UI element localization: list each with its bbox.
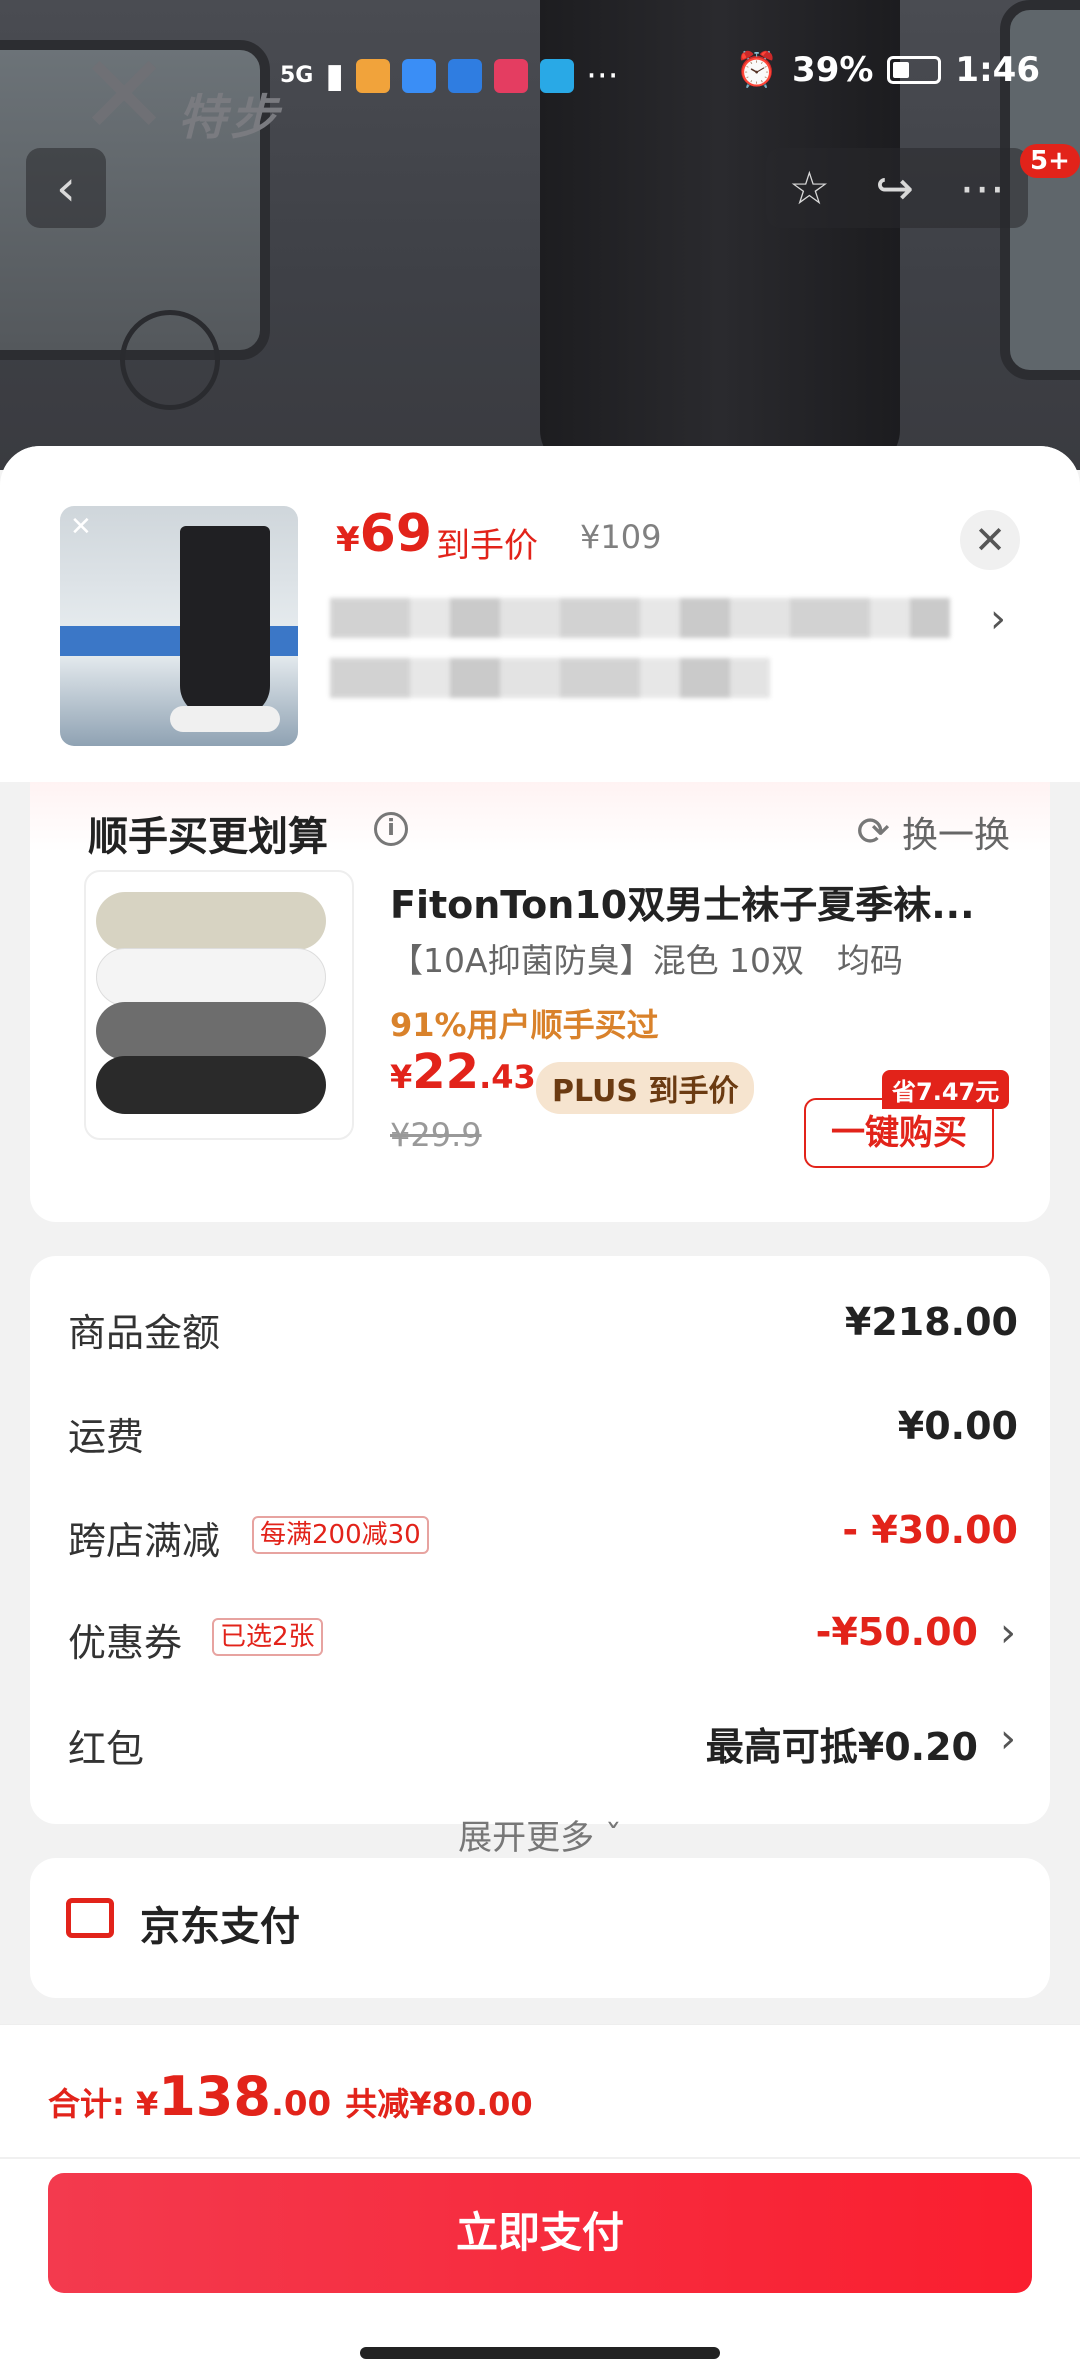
chevron-right-icon: › [1000, 1716, 1016, 1762]
recommend-price: ¥22.43 [390, 1044, 536, 1100]
home-indicator[interactable] [360, 2347, 720, 2359]
clock: 1:46 [955, 50, 1040, 90]
price-currency: ¥ [336, 520, 360, 560]
chevron-right-icon: › [1000, 1610, 1016, 1656]
row-label: 运费 [68, 1415, 145, 1459]
row-label: 优惠券 [68, 1621, 183, 1665]
sheet-header: ✕ ¥69 到手价 ¥109 ✕ › [0, 446, 1080, 782]
payment-method-card[interactable]: 京东支付 [30, 1858, 1050, 1998]
sheet-price: ¥69 [336, 504, 432, 564]
address-chevron-icon[interactable]: › [990, 596, 1006, 642]
price-value: 69 [359, 504, 433, 564]
payment-card-icon [66, 1898, 114, 1938]
store-notification-icon [448, 59, 483, 93]
feature-badge-icon [120, 310, 220, 410]
shop-notification-icon [494, 59, 529, 93]
alarm-icon: ⏰ [735, 50, 779, 90]
status-icons-right: ⏰ 39% 1:46 [736, 50, 1040, 90]
thumb-shoe [170, 706, 280, 732]
row-value: -¥50.00 [815, 1610, 978, 1654]
summary-row-subtotal: 商品金额 ¥218.00 [68, 1296, 1018, 1356]
divider [0, 2157, 1080, 2159]
row-value: 最高可抵¥0.20 [705, 1725, 978, 1769]
refresh-icon: ⟳ [856, 809, 890, 855]
order-summary: 商品金额 ¥218.00 运费 ¥0.00 跨店满减 每满200减30 - ¥3… [30, 1256, 1050, 1824]
row-label: 商品金额 [68, 1311, 221, 1355]
total-saved: 共减¥80.00 [345, 2085, 533, 2123]
payment-method-label: 京东支付 [140, 1904, 300, 1950]
network-type: 5G [280, 63, 314, 88]
app-notification-icon [356, 59, 391, 93]
sock-beige [96, 892, 326, 950]
status-bar: 5G ▮ ··· ⏰ 39% 1:46 [0, 40, 1080, 110]
message-count-badge: 5+ [1020, 144, 1080, 178]
status-icons-left: 5G ▮ ··· [280, 56, 619, 96]
close-button[interactable]: ✕ [960, 510, 1020, 570]
recommend-spec: 【10A抑菌防臭】混色 10双 均码 [390, 941, 904, 980]
original-price: ¥109 [580, 518, 662, 556]
total-amount: 合计: ¥138.00 共减¥80.00 [48, 2065, 533, 2128]
battery-icon [887, 56, 942, 84]
row-tag: 已选2张 [212, 1618, 323, 1656]
rec-price-int: 22 [412, 1044, 480, 1100]
sock-black [96, 1056, 326, 1114]
save-tag: 省7.47元 [882, 1070, 1010, 1109]
summary-row-cross-store: 跨店满减 每满200减30 - ¥30.00 [68, 1504, 1018, 1564]
recommend-name[interactable]: FitonTon10双男士袜子夏季袜... [390, 874, 1010, 929]
recommend-bought: 91%用户顺手买过 [390, 1006, 659, 1044]
recommend-card: 顺手买更划算 i ⟳ 换一换 FitonTon10双男士袜子夏季袜... 【10… [30, 782, 1050, 1222]
product-thumbnail[interactable]: ✕ [60, 506, 298, 746]
socks-image[interactable] [84, 870, 354, 1140]
recommend-original-price: ¥29.9 [390, 1116, 482, 1154]
more-notifications-icon: ··· [586, 56, 619, 96]
cloud-notification-icon [402, 59, 437, 93]
chevron-left-icon: ‹ [56, 159, 76, 217]
rec-price-currency: ¥ [390, 1058, 413, 1096]
recommend-title: 顺手买更划算 [88, 814, 328, 860]
signal-icon: ▮ [325, 56, 345, 96]
thumb-brand-logo: ✕ [70, 512, 92, 542]
share-icon[interactable]: ↪ [875, 161, 914, 215]
total-dec: .00 [270, 2084, 332, 2124]
address-redacted-2 [330, 658, 770, 698]
row-label: 红包 [68, 1727, 145, 1771]
checkout-bar: 合计: ¥138.00 共减¥80.00 立即支付 [0, 2024, 1080, 2376]
more-icon[interactable]: ⋯ [959, 161, 1005, 215]
summary-row-shipping: 运费 ¥0.00 [68, 1400, 1018, 1460]
sock-white [96, 948, 326, 1006]
thumb-pants [180, 526, 270, 716]
plus-price-tag: PLUS 到手价 [536, 1062, 755, 1114]
pay-now-button[interactable]: 立即支付 [48, 2173, 1032, 2293]
summary-row-coupon[interactable]: 优惠券 已选2张 -¥50.00 › [68, 1606, 1018, 1666]
top-actions: ☆ ↪ ⋯ [766, 148, 1028, 228]
sock-gray [96, 1002, 326, 1060]
refresh-label: 换一换 [901, 815, 1010, 856]
battery-percent: 39% [792, 50, 874, 90]
row-label: 跨店满减 [68, 1519, 221, 1563]
row-value: ¥0.00 [897, 1404, 1018, 1448]
favorite-star-icon[interactable]: ☆ [789, 161, 830, 215]
back-button[interactable]: ‹ [26, 148, 106, 228]
total-label: 合计: ¥ [48, 2085, 159, 2123]
address-redacted [330, 598, 950, 638]
browser-notification-icon [540, 59, 575, 93]
expand-more-button[interactable]: 展开更多 ˇ [30, 1810, 1050, 1859]
row-tag: 每满200减30 [252, 1516, 429, 1554]
refresh-button[interactable]: ⟳ 换一换 [856, 806, 1010, 858]
row-value: ¥218.00 [844, 1300, 1018, 1344]
total-int: 138 [158, 2065, 271, 2128]
summary-row-red-packet[interactable]: 红包 最高可抵¥0.20 › [68, 1712, 1018, 1772]
close-icon: ✕ [974, 518, 1006, 562]
row-value: - ¥30.00 [842, 1508, 1018, 1552]
info-icon[interactable]: i [374, 812, 408, 846]
rec-price-dec: .43 [479, 1058, 536, 1096]
price-label: 到手价 [436, 526, 538, 566]
